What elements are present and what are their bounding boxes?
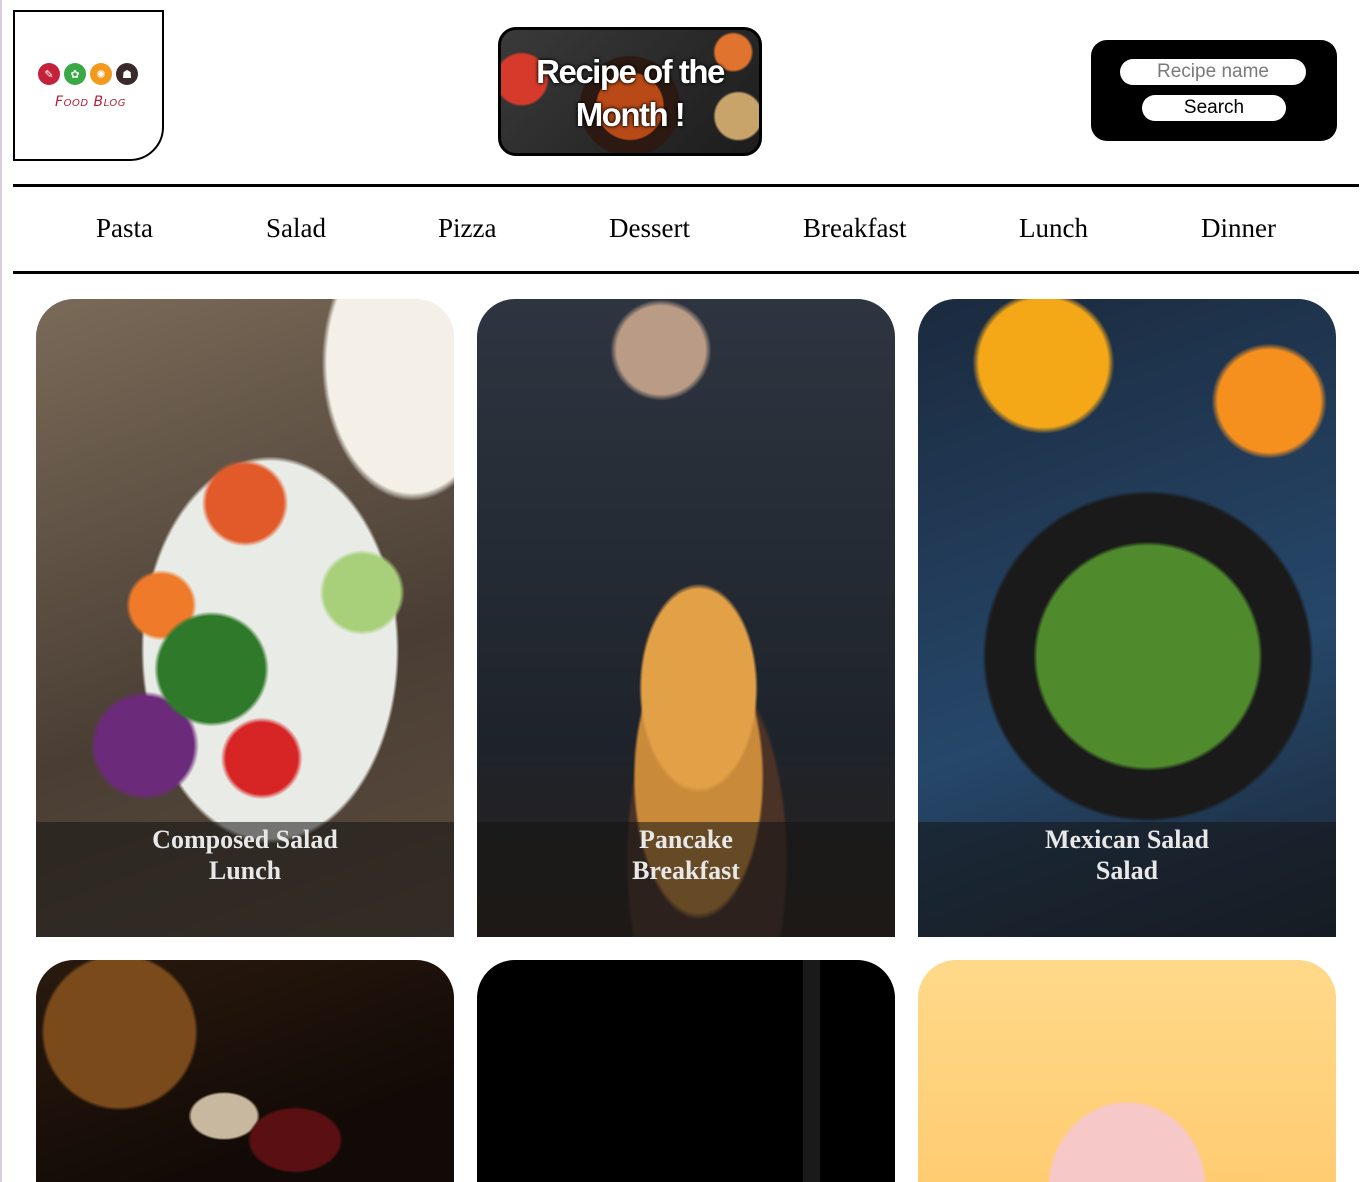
category-nav: Pasta Salad Pizza Dessert Breakfast Lunc… — [13, 187, 1359, 271]
nav-item-salad[interactable]: Salad — [266, 213, 326, 244]
recipe-card-ice-cream[interactable] — [918, 960, 1336, 1182]
recipe-card-category: Salad — [1095, 856, 1159, 885]
logo-text: Food Blog — [55, 94, 126, 110]
nav-item-dessert[interactable]: Dessert — [609, 213, 690, 244]
recipe-card-knife[interactable] — [477, 960, 895, 1182]
recipe-of-the-month-banner[interactable]: Recipe of the Month ! — [498, 27, 762, 156]
nav-item-pizza[interactable]: Pizza — [438, 213, 496, 244]
logo-icons: ✎ ✿ ✺ ☗ — [38, 63, 138, 85]
recipe-card-dinner-wine[interactable] — [36, 960, 454, 1182]
recipe-of-the-month-label: Recipe of the Month ! — [536, 53, 725, 133]
search-panel: Search — [1091, 40, 1337, 141]
recipe-card-title: Mexican Salad — [1045, 825, 1209, 854]
recipe-card-category: Lunch — [208, 856, 282, 885]
nav-item-pasta[interactable]: Pasta — [96, 213, 153, 244]
recipe-card-composed-salad[interactable]: Composed Salad Lunch — [36, 299, 454, 937]
recipe-card-pancake[interactable]: Pancake Breakfast — [477, 299, 895, 937]
nav-item-lunch[interactable]: Lunch — [1019, 213, 1088, 244]
citrus-icon: ✺ — [90, 63, 112, 85]
page-edge — [0, 0, 2, 1182]
recipe-card-caption: Composed Salad Lunch — [36, 822, 454, 937]
chili-icon: ✎ — [38, 63, 60, 85]
nav-item-dinner[interactable]: Dinner — [1201, 213, 1276, 244]
recipe-card-title: Pancake — [639, 825, 733, 854]
recipe-search-input[interactable] — [1120, 59, 1306, 85]
recipe-card-caption: Pancake Breakfast — [477, 822, 895, 937]
recipe-card-caption: Mexican Salad Salad — [918, 822, 1336, 937]
page: ✎ ✿ ✺ ☗ Food Blog Recipe of the Month ! … — [0, 0, 1368, 1182]
recipe-card-title: Composed Salad — [152, 825, 338, 854]
broccoli-icon: ✿ — [64, 63, 86, 85]
recipe-card-mexican-salad[interactable]: Mexican Salad Salad — [918, 299, 1336, 937]
cupcake-icon: ☗ — [116, 63, 138, 85]
site-logo[interactable]: ✎ ✿ ✺ ☗ Food Blog — [13, 10, 164, 161]
recipe-card-category: Breakfast — [632, 856, 740, 885]
nav-item-breakfast[interactable]: Breakfast — [803, 213, 906, 244]
nav-bottom-divider — [13, 271, 1359, 274]
search-button[interactable]: Search — [1142, 95, 1286, 121]
